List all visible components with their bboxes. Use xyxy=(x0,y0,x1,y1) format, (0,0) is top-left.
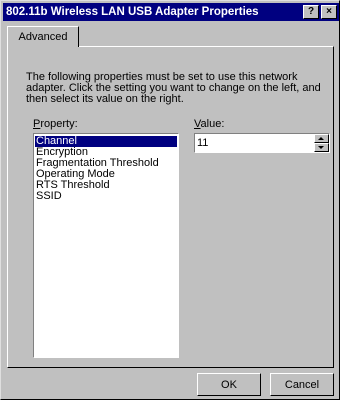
decrement-button[interactable] xyxy=(314,143,329,152)
ok-button[interactable]: OK xyxy=(197,373,261,396)
tab-advanced[interactable]: Advanced xyxy=(7,26,79,47)
cancel-button[interactable]: Cancel xyxy=(270,373,334,396)
arrow-up-icon xyxy=(318,137,324,140)
property-label: Property: xyxy=(33,118,78,130)
spin-control xyxy=(314,134,329,152)
arrow-down-icon xyxy=(318,146,324,149)
list-item-ssid[interactable]: SSID xyxy=(35,191,177,202)
help-button[interactable]: ? xyxy=(303,5,319,19)
close-button[interactable]: × xyxy=(321,5,337,19)
value-label: Value: xyxy=(194,118,225,130)
window-title: 802.11b Wireless LAN USB Adapter Propert… xyxy=(6,6,259,18)
value-stepper[interactable]: 11 xyxy=(194,133,330,153)
value-input[interactable]: 11 xyxy=(195,134,314,152)
description-text: The following properties must be set to … xyxy=(26,71,321,105)
title-bar[interactable]: 802.11b Wireless LAN USB Adapter Propert… xyxy=(3,3,339,21)
property-listbox[interactable]: Channel Encryption Fragmentation Thresho… xyxy=(33,133,179,358)
increment-button[interactable] xyxy=(314,134,329,143)
tab-advanced-label: Advanced xyxy=(18,31,68,43)
